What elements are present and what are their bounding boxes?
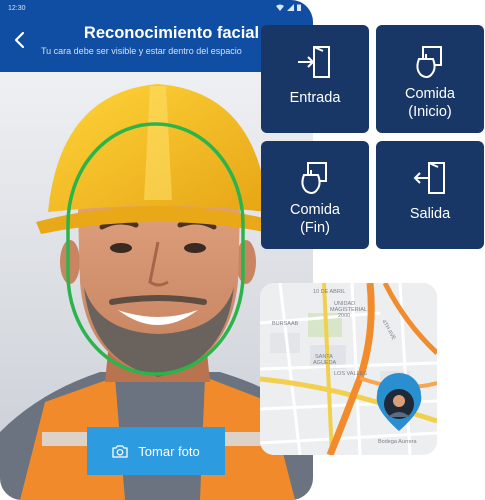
location-map[interactable]: 10 DE ABRIL UNIDAD MAGISTERIAL 2000 BURS… (260, 283, 437, 455)
map-label-burgaab: BURSAAB (272, 321, 299, 327)
composite-stage: 12:30 Reconocimiento facial Tu cara debe… (0, 0, 485, 500)
comida-inicio-button[interactable]: Comida (Inicio) (376, 25, 484, 133)
map-pin-caption: Bodega Aurrera (378, 439, 417, 445)
map-label-top: 10 DE ABRIL (313, 289, 345, 295)
map-label-los-valles: LOS VALLES (334, 371, 367, 377)
wifi-icon (276, 4, 284, 11)
map-label-santa-2: AGUEDA (313, 360, 337, 366)
take-photo-label: Tomar foto (138, 443, 200, 459)
comida-inicio-label: Comida (Inicio) (405, 86, 455, 120)
logout-door-icon (413, 162, 445, 194)
status-icons (276, 4, 301, 11)
status-time: 12:30 (8, 5, 26, 12)
salida-label: Salida (409, 206, 451, 222)
status-bar: 12:30 (0, 0, 313, 16)
food-cup-icon (301, 162, 327, 194)
signal-icon (287, 4, 294, 11)
map-label-district-3: 2000 (338, 313, 350, 319)
comida-fin-label: Comida (Fin) (290, 202, 340, 236)
map-canvas: 10 DE ABRIL UNIDAD MAGISTERIAL 2000 BURS… (260, 283, 437, 455)
battery-icon (297, 4, 301, 11)
page-subtitle: Tu cara debe ser visible y estar dentro … (41, 46, 242, 56)
take-photo-button[interactable]: Tomar foto (87, 427, 225, 475)
salida-button[interactable]: Salida (376, 141, 484, 249)
entrada-label: Entrada (289, 90, 341, 106)
camera-icon (112, 444, 128, 458)
food-cup-icon (416, 46, 442, 78)
login-door-icon (298, 46, 330, 78)
entrada-button[interactable]: Entrada (261, 25, 369, 133)
comida-fin-button[interactable]: Comida (Fin) (261, 141, 369, 249)
